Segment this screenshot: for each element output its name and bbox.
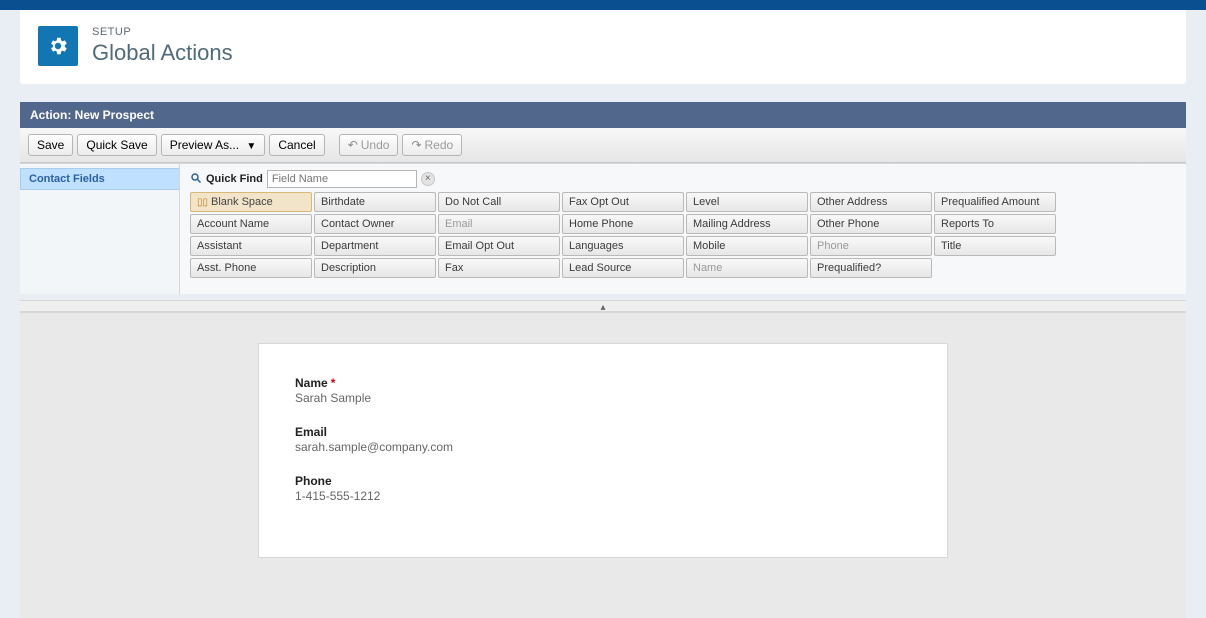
layout-field-value: sarah.sample@company.com	[295, 440, 911, 454]
page-title: Global Actions	[92, 40, 233, 66]
layout-field[interactable]: Name*Sarah Sample	[295, 376, 911, 405]
blank-space-icon: ▯▯	[197, 197, 208, 208]
undo-label: Undo	[361, 138, 390, 152]
field-chip[interactable]: Reports To	[934, 214, 1056, 234]
field-chip-label: Home Phone	[569, 218, 633, 230]
field-chip-label: Phone	[817, 240, 849, 252]
field-chip[interactable]: Fax	[438, 258, 560, 278]
layout-field-value: Sarah Sample	[295, 391, 911, 405]
field-chip-label: Other Address	[817, 196, 887, 208]
layout-field-label: Email	[295, 425, 911, 439]
layout-field[interactable]: Phone1-415-555-1212	[295, 474, 911, 503]
field-chip-label: Lead Source	[569, 262, 631, 274]
field-chip-label: Assistant	[197, 240, 242, 252]
undo-icon: ↶	[348, 138, 358, 152]
action-layout-card: Name*Sarah Sample Emailsarah.sample@compa…	[258, 343, 948, 558]
field-chip[interactable]: Other Phone	[810, 214, 932, 234]
collapse-handle[interactable]: ▴	[20, 300, 1186, 312]
clear-search-icon[interactable]: ×	[421, 172, 435, 186]
field-chip-label: Email Opt Out	[445, 240, 514, 252]
redo-icon: ↷	[411, 138, 421, 152]
layout-field-value: 1-415-555-1212	[295, 489, 911, 503]
quick-find: Quick Find ×	[190, 170, 1178, 188]
field-chip-label: Account Name	[197, 218, 269, 230]
field-chip-label: Level	[693, 196, 719, 208]
toolbar: Save Quick Save Preview As... ▼ Cancel ↶…	[20, 128, 1186, 163]
field-chip[interactable]: Level	[686, 192, 808, 212]
field-chip-label: Email	[445, 218, 473, 230]
field-chip[interactable]: Home Phone	[562, 214, 684, 234]
field-palette: Quick Find × ▯▯Blank Space Birthdate Do No…	[180, 164, 1186, 294]
field-chip-label: Fax Opt Out	[569, 196, 629, 208]
chevron-up-icon: ▴	[600, 302, 605, 313]
field-chip[interactable]: Languages	[562, 236, 684, 256]
required-icon: *	[331, 376, 336, 390]
field-chip[interactable]: Description	[314, 258, 436, 278]
save-button[interactable]: Save	[28, 134, 73, 156]
field-chip[interactable]: Other Address	[810, 192, 932, 212]
field-chip-label: Blank Space	[211, 196, 273, 208]
field-chip: Email	[438, 214, 560, 234]
layout-field-label: Name*	[295, 376, 911, 390]
field-chip-label: Prequalified Amount	[941, 196, 1039, 208]
action-title-bar: Action: New Prospect	[20, 102, 1186, 128]
layout-field[interactable]: Emailsarah.sample@company.com	[295, 425, 911, 454]
field-chip-label: Fax	[445, 262, 463, 274]
field-chip-label: Languages	[569, 240, 623, 252]
quick-find-label: Quick Find	[206, 173, 263, 185]
field-chip-label: Asst. Phone	[197, 262, 256, 274]
palette-row: Contact Fields Quick Find × ▯▯Blank Spac…	[20, 163, 1186, 294]
field-chip[interactable]: Department	[314, 236, 436, 256]
field-chip-label: Reports To	[941, 218, 994, 230]
field-chip-label: Do Not Call	[445, 196, 501, 208]
search-icon	[190, 172, 202, 187]
field-chip[interactable]: Prequalified?	[810, 258, 932, 278]
field-chip-label: Description	[321, 262, 376, 274]
field-chip-label: Birthdate	[321, 196, 365, 208]
field-chip[interactable]: Assistant	[190, 236, 312, 256]
quick-find-input[interactable]	[267, 170, 417, 188]
field-chip[interactable]: Mobile	[686, 236, 808, 256]
field-chip-label: Department	[321, 240, 378, 252]
redo-label: Redo	[425, 138, 454, 152]
field-chip[interactable]: ▯▯Blank Space	[190, 192, 312, 212]
field-chip-label: Other Phone	[817, 218, 879, 230]
field-chip-label: Contact Owner	[321, 218, 394, 230]
field-chip-label: Name	[693, 262, 722, 274]
chevron-down-icon: ▼	[246, 141, 256, 152]
field-chip-label: Prequalified?	[817, 262, 881, 274]
field-chip-label: Title	[941, 240, 961, 252]
redo-button[interactable]: ↷ Redo	[402, 134, 462, 156]
quick-save-button[interactable]: Quick Save	[77, 134, 156, 156]
layout-canvas[interactable]: Name*Sarah Sample Emailsarah.sample@compa…	[20, 312, 1186, 618]
palette-category-tabs: Contact Fields	[20, 164, 180, 294]
undo-button[interactable]: ↶Undo	[339, 134, 399, 156]
field-chip-label: Mailing Address	[693, 218, 771, 230]
preview-as-dropdown[interactable]: Preview As... ▼	[161, 134, 266, 156]
field-chip[interactable]: Account Name	[190, 214, 312, 234]
field-grid: ▯▯Blank Space Birthdate Do Not Call Fax Opt…	[190, 192, 1178, 278]
field-chip[interactable]: Contact Owner	[314, 214, 436, 234]
editor-frame: Action: New Prospect Save Quick Save Pre…	[20, 102, 1186, 618]
field-chip[interactable]: Prequalified Amount	[934, 192, 1056, 212]
page-header: SETUP Global Actions	[20, 10, 1186, 84]
preview-as-label: Preview As...	[170, 138, 239, 152]
field-chip[interactable]: Do Not Call	[438, 192, 560, 212]
field-chip[interactable]: Asst. Phone	[190, 258, 312, 278]
layout-field-label: Phone	[295, 474, 911, 488]
cancel-button[interactable]: Cancel	[269, 134, 324, 156]
field-chip[interactable]: Birthdate	[314, 192, 436, 212]
app-top-stripe	[0, 0, 1206, 10]
setup-gear-icon	[38, 26, 78, 66]
field-chip[interactable]: Mailing Address	[686, 214, 808, 234]
field-chip[interactable]: Title	[934, 236, 1056, 256]
tab-contact-fields[interactable]: Contact Fields	[20, 168, 179, 190]
field-chip[interactable]: Lead Source	[562, 258, 684, 278]
field-chip-label: Mobile	[693, 240, 725, 252]
header-eyebrow: SETUP	[92, 26, 233, 38]
field-chip[interactable]: Fax Opt Out	[562, 192, 684, 212]
field-chip[interactable]: Email Opt Out	[438, 236, 560, 256]
field-chip: Name	[686, 258, 808, 278]
field-chip: Phone	[810, 236, 932, 256]
